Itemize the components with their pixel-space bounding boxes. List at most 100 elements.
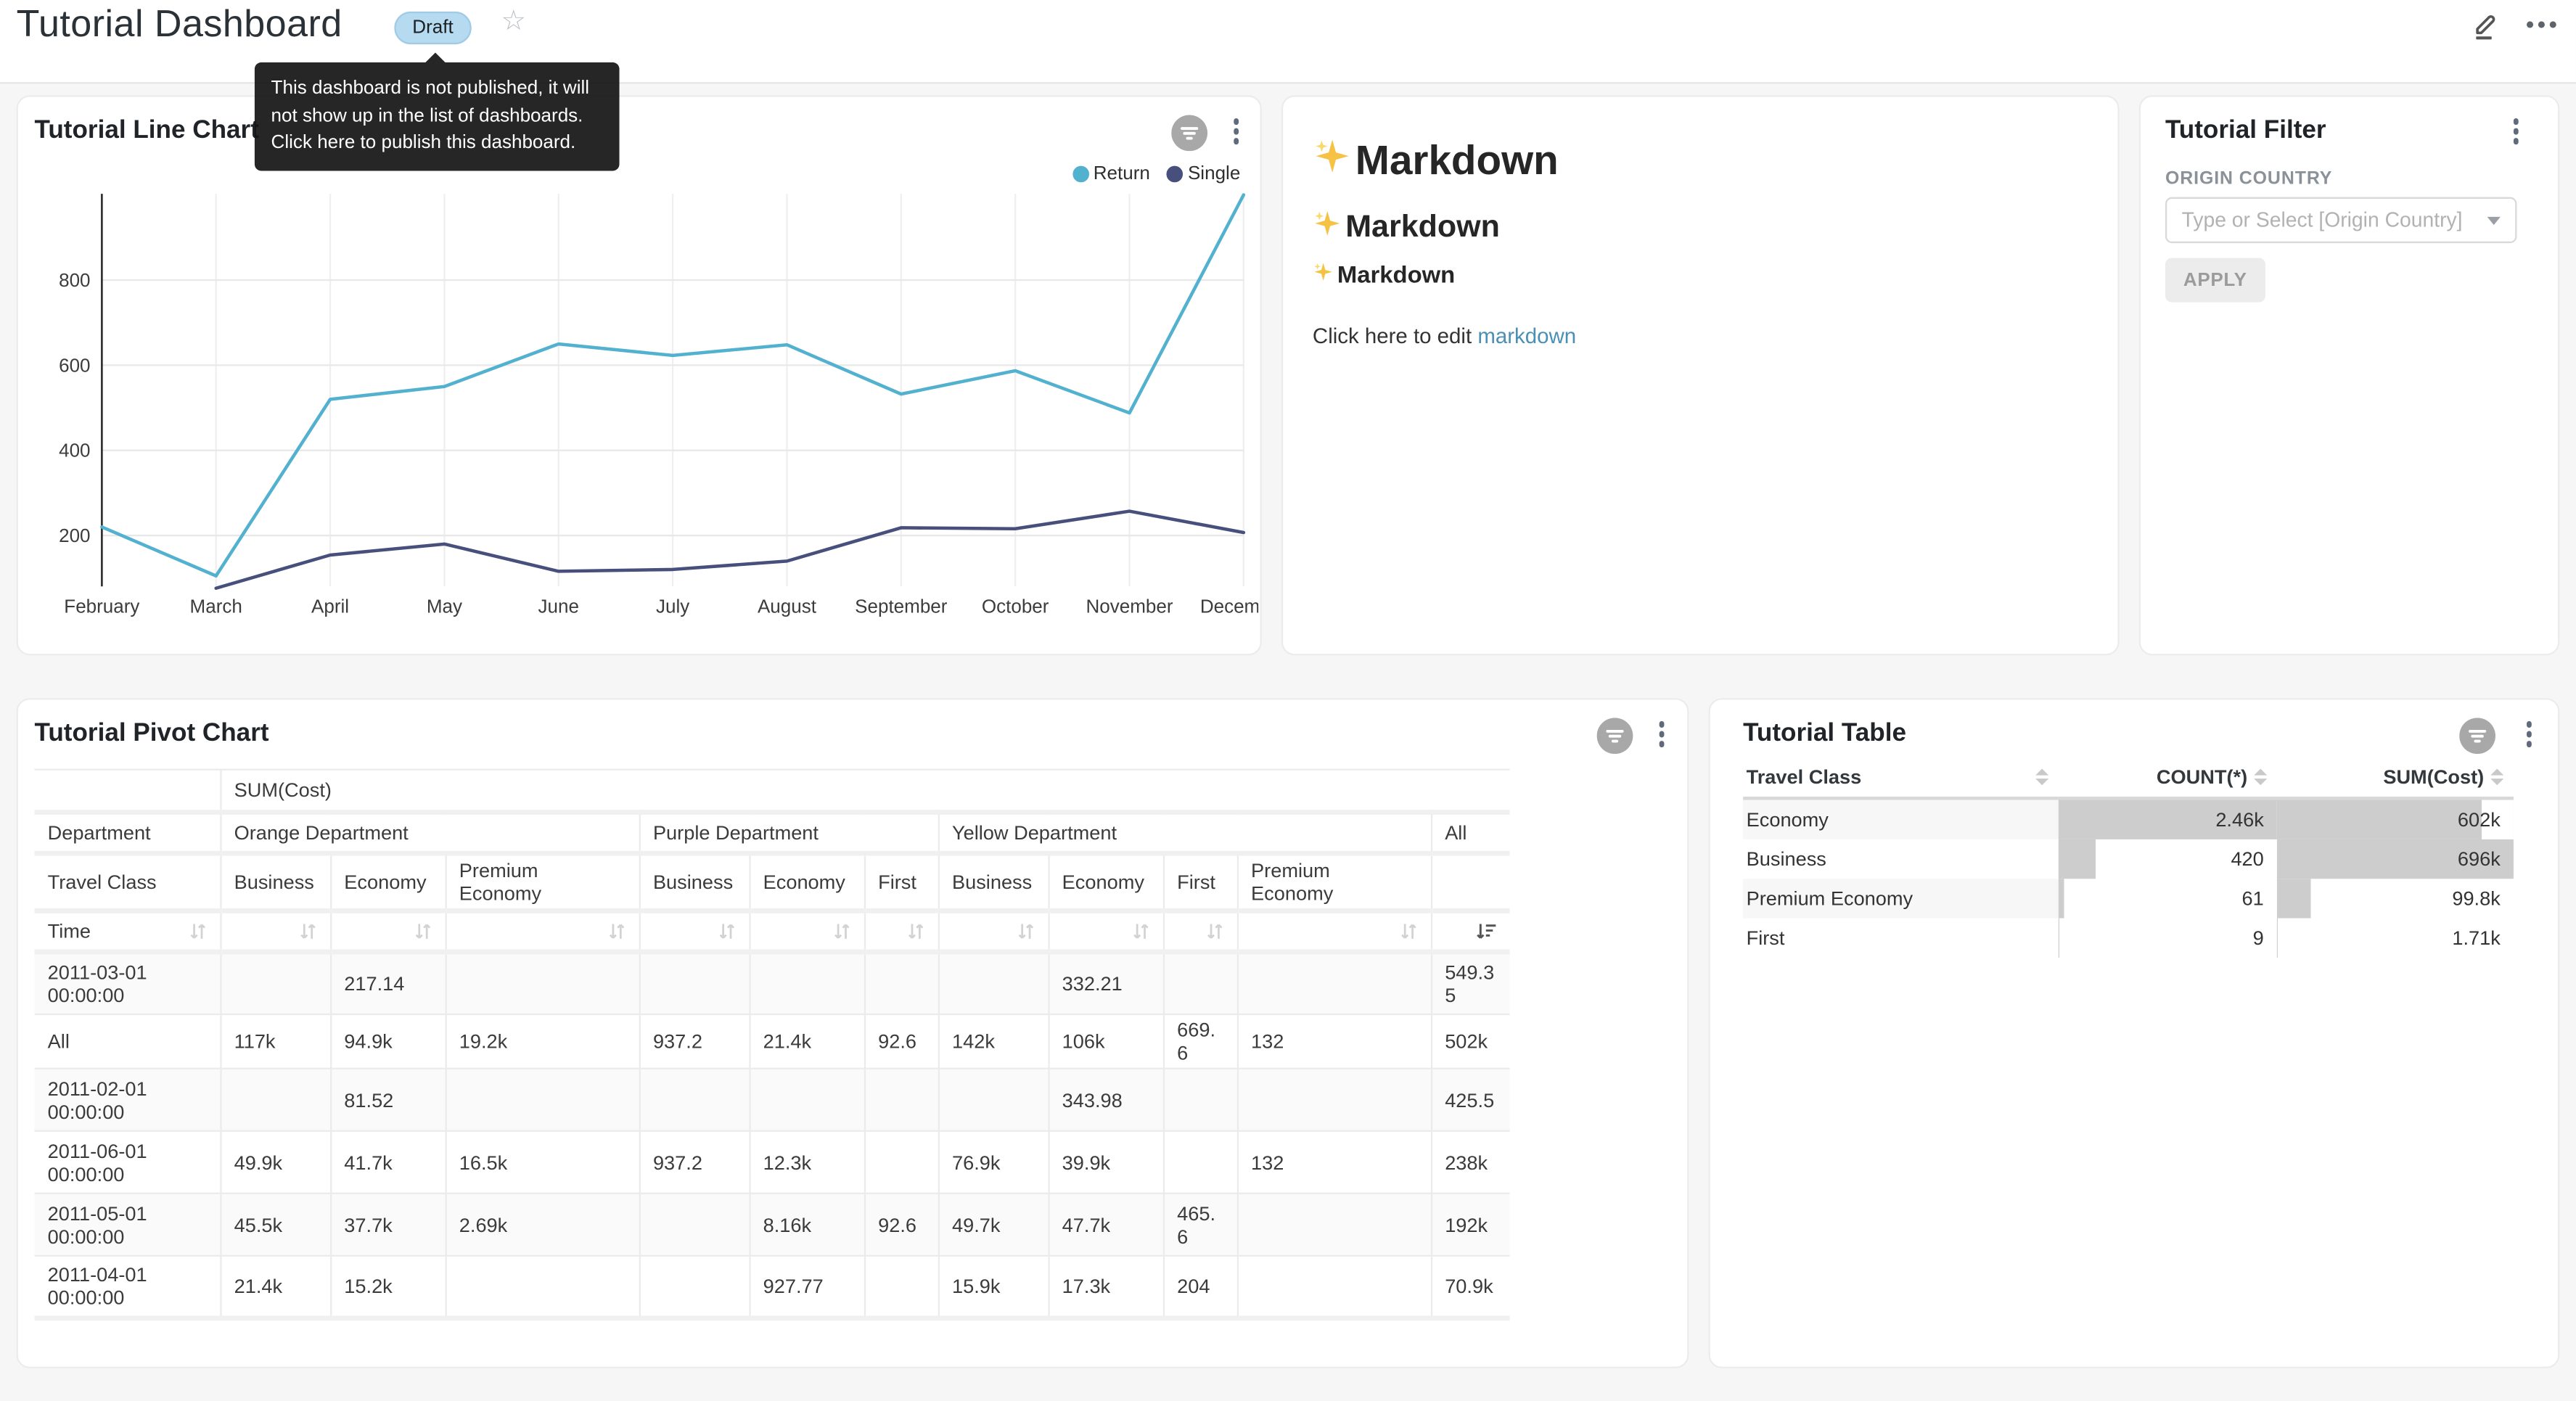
pivot-sort-cell[interactable] xyxy=(639,911,750,952)
column-header-travel-class[interactable]: Travel Class xyxy=(1743,757,2059,799)
sparkles-icon xyxy=(1313,136,1352,187)
sort-icon[interactable] xyxy=(1205,921,1223,941)
pivot-value-cell xyxy=(1237,1256,1431,1318)
page-title: Tutorial Dashboard xyxy=(17,1,342,46)
sort-icon[interactable] xyxy=(607,921,625,941)
pivot-value-cell: 47.7k xyxy=(1048,1193,1162,1256)
pivot-value-cell: 2.69k xyxy=(446,1193,639,1256)
count-cell: 61 xyxy=(2059,879,2277,918)
pivot-row-label: 2011-06-01 00:00:00 xyxy=(35,1131,221,1193)
svg-text:800: 800 xyxy=(59,269,90,291)
pivot-sort-cell[interactable] xyxy=(330,911,445,952)
sort-icon[interactable] xyxy=(832,921,850,941)
pivot-sort-cell[interactable] xyxy=(1431,911,1510,952)
publish-tooltip: This dashboard is not published, it will… xyxy=(255,62,620,170)
filter-indicator-icon[interactable] xyxy=(1597,718,1633,762)
pivot-row: 2011-02-01 00:00:0081.52343.98425.5 xyxy=(35,1069,1510,1131)
pivot-value-cell: 927.77 xyxy=(749,1256,864,1318)
pivot-sort-cell[interactable] xyxy=(1237,911,1431,952)
pivot-sort-cell[interactable] xyxy=(749,911,864,952)
sort-icon[interactable] xyxy=(1016,921,1034,941)
svg-text:March: March xyxy=(190,595,242,617)
legend-swatch xyxy=(1072,166,1088,183)
pivot-column-header: Business xyxy=(639,853,750,911)
filter-indicator-icon[interactable] xyxy=(1171,115,1207,159)
sort-icon[interactable] xyxy=(298,921,316,941)
pivot-chart-card: Tutorial Pivot Chart SUM(Cost)Department… xyxy=(17,698,1689,1368)
count-cell: 2.46k xyxy=(2059,798,2277,839)
filter-indicator-icon[interactable] xyxy=(2459,718,2495,762)
favorite-star-icon[interactable]: ☆ xyxy=(501,5,527,38)
pivot-value-cell xyxy=(938,952,1049,1014)
pivot-title: Tutorial Pivot Chart xyxy=(35,720,269,749)
pivot-sort-cell[interactable] xyxy=(1163,911,1237,952)
pivot-value-cell xyxy=(639,952,750,1014)
line-chart-canvas: 200400600800FebruaryMarchAprilMayJuneJul… xyxy=(48,181,1259,655)
pivot-sort-cell[interactable]: Time xyxy=(35,911,221,952)
svg-text:200: 200 xyxy=(59,525,90,546)
table-title: Tutorial Table xyxy=(1743,720,1906,749)
pivot-value-cell: 94.9k xyxy=(330,1014,445,1069)
markdown-link[interactable]: markdown xyxy=(1477,324,1576,348)
svg-text:November: November xyxy=(1086,595,1173,617)
pivot-value-cell: 92.6 xyxy=(864,1014,938,1069)
pivot-value-cell: 669.6 xyxy=(1163,1014,1237,1069)
pivot-value-cell: 81.52 xyxy=(330,1069,445,1131)
pivot-value-cell: 238k xyxy=(1431,1131,1510,1193)
pivot-sort-cell[interactable] xyxy=(938,911,1049,952)
origin-country-select[interactable]: Type or Select [Origin Country] xyxy=(2165,197,2516,243)
kebab-menu-icon[interactable] xyxy=(1659,721,1665,747)
sort-desc-icon[interactable] xyxy=(1475,921,1496,941)
pivot-group-header: Purple Department xyxy=(639,813,938,854)
sort-icon[interactable] xyxy=(1399,921,1417,941)
pivot-value-cell xyxy=(864,1069,938,1131)
pivot-value-cell: 204 xyxy=(1163,1256,1237,1318)
pivot-value-cell: 76.9k xyxy=(938,1131,1049,1193)
pivot-column-header: First xyxy=(1163,853,1237,911)
pivot-column-header: Premium Economy xyxy=(1237,853,1431,911)
pivot-sort-cell[interactable] xyxy=(446,911,639,952)
sort-icon[interactable] xyxy=(413,921,431,941)
pivot-column-header: Business xyxy=(938,853,1049,911)
sort-icon[interactable] xyxy=(1131,921,1149,941)
pivot-group-header: All xyxy=(1431,813,1510,854)
pivot-column-header: First xyxy=(864,853,938,911)
column-header-sum-cost-[interactable]: SUM(Cost) xyxy=(2277,757,2514,799)
pivot-value-cell xyxy=(864,952,938,1014)
pivot-value-cell: 502k xyxy=(1431,1014,1510,1069)
pivot-column-header: Economy xyxy=(749,853,864,911)
column-header-count-[interactable]: COUNT(*) xyxy=(2059,757,2277,799)
pivot-row-label: 2011-03-01 00:00:00 xyxy=(35,952,221,1014)
more-menu-icon[interactable] xyxy=(2527,10,2556,40)
pivot-value-cell xyxy=(864,1256,938,1318)
chevron-down-icon xyxy=(2487,216,2501,224)
svg-text:September: September xyxy=(855,595,948,617)
kebab-menu-icon[interactable] xyxy=(1233,118,1239,144)
sort-icon[interactable] xyxy=(717,921,735,941)
pivot-value-cell: 15.9k xyxy=(938,1256,1049,1318)
pivot-value-cell xyxy=(749,1069,864,1131)
pivot-group-header: Orange Department xyxy=(220,813,639,854)
draft-badge[interactable]: Draft xyxy=(394,12,471,44)
sort-icon[interactable] xyxy=(188,921,206,941)
pivot-sort-cell[interactable] xyxy=(1048,911,1162,952)
pivot-value-cell: 332.21 xyxy=(1048,952,1162,1014)
pivot-sort-cell[interactable] xyxy=(220,911,330,952)
edit-dashboard-icon[interactable] xyxy=(2471,10,2501,40)
kebab-menu-icon[interactable] xyxy=(2526,721,2532,747)
svg-text:October: October xyxy=(982,595,1049,617)
markdown-heading-3: Markdown xyxy=(1313,261,1455,289)
kebab-menu-icon[interactable] xyxy=(2513,118,2519,144)
apply-button[interactable]: APPLY xyxy=(2165,258,2265,302)
svg-text:600: 600 xyxy=(59,354,90,376)
dashboard-grid: Tutorial Line Chart ReturnSingle 2004006… xyxy=(0,82,2576,1401)
pivot-value-cell: 21.4k xyxy=(220,1256,330,1318)
pivot-value-cell: 45.5k xyxy=(220,1193,330,1256)
line-chart-svg: 200400600800FebruaryMarchAprilMayJuneJul… xyxy=(48,181,1259,655)
pivot-row: 2011-05-01 00:00:0045.5k37.7k2.69k8.16k9… xyxy=(35,1193,1510,1256)
pivot-sort-cell[interactable] xyxy=(864,911,938,952)
select-placeholder: Type or Select [Origin Country] xyxy=(2182,209,2487,232)
sort-icon[interactable] xyxy=(906,921,924,941)
travel-class-cell: First xyxy=(1743,919,2059,958)
pivot-metric-header: SUM(Cost) xyxy=(220,770,1509,813)
